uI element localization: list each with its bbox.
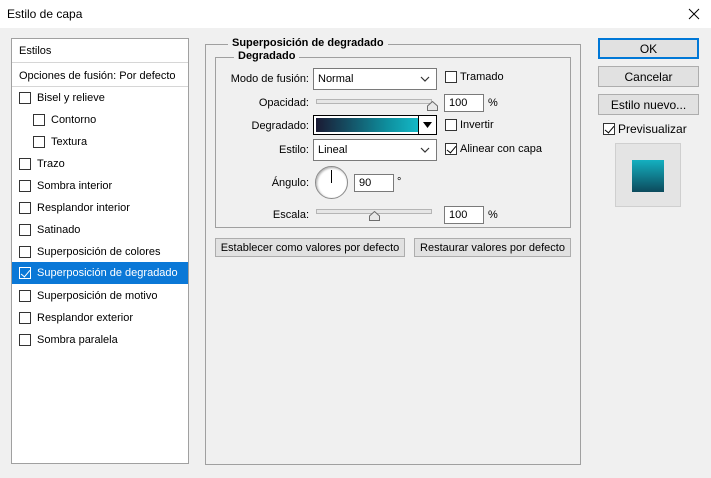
style-item-label: Sombra interior [37,180,113,192]
opacity-input[interactable]: 100 [444,94,484,112]
style-item-label: Contorno [51,114,97,126]
style-list-item[interactable]: Opciones de fusión: Por defecto [12,65,188,87]
style-item-label: Estilos [19,44,52,57]
style-item-label: Textura [51,136,88,148]
close-icon [688,8,700,20]
style-list-item[interactable]: Satinado [12,219,188,241]
style-list-item[interactable]: Resplandor interior [12,197,188,219]
reverse-label: Invertir [460,119,494,131]
style-list-item[interactable]: Sombra interior [12,175,188,197]
style-item-checkbox[interactable] [19,334,31,346]
preview-checkbox[interactable]: Previsualizar [603,122,687,136]
style-item-checkbox[interactable] [19,290,31,302]
style-list-item[interactable]: Sombra paralela [12,329,188,351]
opacity-slider-thumb[interactable] [426,101,438,111]
title-bar [0,0,711,28]
chevron-down-icon [420,76,430,82]
style-item-label: Opciones de fusión: Por defecto [19,69,176,82]
angle-label: Ángulo: [271,177,309,189]
style-list-item[interactable]: Contorno [12,109,188,131]
opacity-slider[interactable] [316,99,432,104]
preview-swatch [632,160,664,192]
style-label: Estilo: [279,144,309,156]
dither-check-box[interactable] [445,71,457,83]
style-item-label: Resplandor interior [37,202,130,214]
scale-unit: % [488,209,498,221]
scale-label: Escala: [272,209,309,221]
gradient-preview[interactable] [316,118,418,132]
window-title: Estilo de capa [7,7,83,21]
scale-input[interactable]: 100 [444,206,484,224]
style-item-checkbox[interactable] [19,224,31,236]
align-with-layer-checkbox[interactable]: Alinear con capa [445,143,542,155]
style-value: Lineal [318,144,348,156]
new-style-button[interactable]: Estilo nuevo... [598,94,699,115]
style-list-item[interactable]: Superposición de colores [12,241,188,263]
reverse-check-box[interactable] [445,119,457,131]
dither-checkbox[interactable]: Tramado [445,71,504,83]
style-select[interactable]: Lineal [313,139,437,161]
cancel-button[interactable]: Cancelar [598,66,699,87]
gradient-picker[interactable] [313,115,437,135]
style-item-checkbox[interactable] [19,246,31,258]
set-default-button[interactable]: Establecer como valores por defecto [215,238,405,257]
blend-mode-select[interactable]: Normal [313,68,437,90]
angle-needle [331,170,332,183]
align-with-layer-label: Alinear con capa [460,143,542,155]
style-list-item[interactable]: Trazo [12,153,188,175]
align-with-layer-check-box[interactable] [445,143,457,155]
style-item-checkbox[interactable] [33,114,45,126]
gradient-label: Degradado: [251,120,310,132]
style-item-label: Resplandor exterior [37,312,133,324]
style-item-checkbox[interactable] [19,180,31,192]
style-item-label: Trazo [37,158,65,170]
reset-default-button[interactable]: Restaurar valores por defecto [414,238,571,257]
style-item-label: Superposición de motivo [37,290,158,302]
chevron-down-icon [420,147,430,153]
style-item-label: Satinado [37,224,81,236]
angle-unit: ° [397,176,402,188]
dither-label: Tramado [460,71,504,83]
style-item-label: Superposición de degradado [37,267,178,279]
angle-dial[interactable] [315,166,348,199]
blend-mode-value: Normal [318,73,354,85]
style-item-label: Bisel y relieve [37,92,105,104]
blend-mode-label: Modo de fusión: [230,73,309,85]
style-list-item[interactable]: Bisel y relieve [12,87,188,109]
styles-list: Estilos Opciones de fusión: Por defecto Bi… [11,38,189,464]
angle-input[interactable]: 90 [354,174,394,192]
style-item-checkbox[interactable] [19,92,31,104]
style-item-checkbox[interactable] [19,158,31,170]
reverse-checkbox[interactable]: Invertir [445,119,494,131]
style-item-checkbox[interactable] [19,267,31,279]
gradient-dropdown-button[interactable] [418,116,436,134]
style-item-checkbox[interactable] [19,202,31,214]
scale-slider-thumb[interactable] [368,211,380,221]
preview-thumbnail [615,143,681,207]
opacity-label: Opacidad: [258,97,309,109]
opacity-unit: % [488,97,498,109]
ok-button[interactable]: OK [598,38,699,59]
preview-label: Previsualizar [618,122,687,136]
style-item-label: Superposición de colores [37,246,161,258]
preview-check-box[interactable] [603,123,615,135]
triangle-down-icon [423,122,432,128]
group-title: Degradado [234,50,300,62]
style-list-item[interactable]: Resplandor exterior [12,307,188,329]
style-item-label: Sombra paralela [37,334,118,346]
style-item-checkbox[interactable] [19,312,31,324]
style-list-item[interactable]: Estilos [12,39,188,63]
style-list-item[interactable]: Superposición de motivo [12,285,188,307]
style-item-checkbox[interactable] [33,136,45,148]
section-title: Superposición de degradado [228,37,388,49]
close-button[interactable] [680,2,708,26]
style-list-item[interactable]: Textura [12,131,188,153]
style-list-item[interactable]: Superposición de degradado [12,262,188,284]
